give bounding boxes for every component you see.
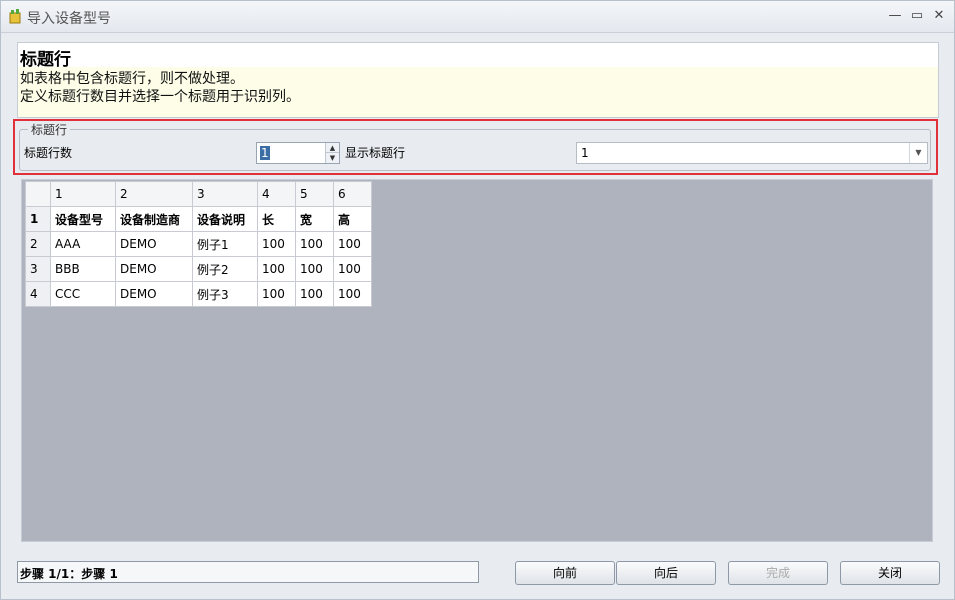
show-header-label: 显示标题行 (345, 146, 406, 160)
table-cell[interactable]: 100 (333, 256, 372, 282)
column-header[interactable]: 5 (295, 181, 334, 207)
column-header[interactable]: 6 (333, 181, 372, 207)
close-button[interactable]: 关闭 (840, 561, 940, 585)
table-cell[interactable]: 100 (295, 231, 334, 257)
finish-button[interactable]: 完成 (728, 561, 828, 585)
table-cell[interactable]: AAA (50, 231, 116, 257)
minimize-icon[interactable]: — (885, 7, 905, 25)
show-header-select[interactable]: 1 ▼ (576, 142, 928, 164)
table-cell[interactable]: DEMO (115, 231, 193, 257)
table-row[interactable]: 4 CCC DEMO 例子3 100 100 100 (25, 281, 372, 307)
row-header[interactable]: 2 (25, 231, 51, 257)
table-cell[interactable]: 100 (333, 231, 372, 257)
table-row[interactable]: 1 设备型号 设备制造商 设备说明 长 宽 高 (25, 206, 372, 232)
title-bar[interactable]: 导入设备型号 — ▭ ✕ (1, 1, 954, 33)
table-cell[interactable]: 设备说明 (192, 206, 258, 232)
table-cell[interactable]: DEMO (115, 256, 193, 282)
table-cell[interactable]: 设备型号 (50, 206, 116, 232)
table-cell[interactable]: 设备制造商 (115, 206, 193, 232)
header-rows-group: 标题行 标题行数 1 ▲ ▼ 显示标题行 1 ▼ (19, 121, 931, 171)
rows-count-label: 标题行数 (24, 146, 73, 160)
table-cell[interactable]: 例子1 (192, 231, 258, 257)
wizard-content: 标题行 如表格中包含标题行，则不做处理。 定义标题行数目并选择一个标题用于识别列… (13, 42, 939, 542)
table-cell[interactable]: 例子2 (192, 256, 258, 282)
table-cell[interactable]: CCC (50, 281, 116, 307)
rows-count-value[interactable]: 1 (260, 146, 270, 160)
table-cell[interactable]: 100 (295, 256, 334, 282)
row-header[interactable]: 4 (25, 281, 51, 307)
table-cell[interactable]: 例子3 (192, 281, 258, 307)
maximize-icon[interactable]: ▭ (907, 7, 927, 25)
row-header[interactable]: 1 (25, 206, 51, 232)
table-cell[interactable]: 100 (257, 256, 296, 282)
page-description-2: 定义标题行数目并选择一个标题用于识别列。 (20, 89, 300, 105)
column-header[interactable]: 2 (115, 181, 193, 207)
import-dialog: 导入设备型号 — ▭ ✕ 标题行 如表格中包含标题行，则不做处理。 定义标题行数… (0, 0, 955, 600)
preview-grid-panel: 1 2 3 4 5 6 1 设备型号 设备制造商 设备说明 长 宽 高 2 AA… (21, 179, 933, 542)
column-header[interactable]: 3 (192, 181, 258, 207)
table-cell[interactable]: 100 (333, 281, 372, 307)
stepper-down-icon[interactable]: ▼ (326, 153, 339, 163)
column-header[interactable]: 4 (257, 181, 296, 207)
table-cell[interactable]: 宽 (295, 206, 334, 232)
column-header-row: 1 2 3 4 5 6 (25, 181, 372, 207)
table-cell[interactable]: DEMO (115, 281, 193, 307)
page-description-1: 如表格中包含标题行，则不做处理。 (20, 71, 244, 87)
chevron-down-icon[interactable]: ▼ (909, 143, 927, 163)
stepper-buttons: ▲ ▼ (325, 143, 339, 163)
group-legend: 标题行 (28, 121, 71, 138)
table-cell[interactable]: 长 (257, 206, 296, 232)
preview-grid[interactable]: 1 2 3 4 5 6 1 设备型号 设备制造商 设备说明 长 宽 高 2 AA… (25, 181, 372, 307)
highlight-box: 标题行 标题行数 1 ▲ ▼ 显示标题行 1 ▼ (13, 119, 938, 175)
table-row[interactable]: 3 BBB DEMO 例子2 100 100 100 (25, 256, 372, 282)
header-panel: 标题行 如表格中包含标题行，则不做处理。 定义标题行数目并选择一个标题用于识别列… (17, 42, 939, 118)
show-header-value: 1 (581, 146, 589, 160)
column-header[interactable]: 1 (50, 181, 116, 207)
back-button[interactable]: 向前 (515, 561, 615, 585)
import-icon (9, 9, 21, 24)
corner-cell[interactable] (25, 181, 51, 207)
table-cell[interactable]: 100 (257, 281, 296, 307)
table-row[interactable]: 2 AAA DEMO 例子1 100 100 100 (25, 231, 372, 257)
next-button[interactable]: 向后 (616, 561, 716, 585)
table-cell[interactable]: 100 (295, 281, 334, 307)
close-icon[interactable]: ✕ (929, 7, 949, 25)
step-status-text: 步骤 1/1：步骤 1 (20, 567, 118, 581)
stepper-up-icon[interactable]: ▲ (326, 143, 339, 153)
row-header[interactable]: 3 (25, 256, 51, 282)
table-cell[interactable]: 高 (333, 206, 372, 232)
table-cell[interactable]: BBB (50, 256, 116, 282)
step-status: 步骤 1/1：步骤 1 (17, 561, 479, 583)
rows-count-stepper[interactable]: 1 ▲ ▼ (256, 142, 340, 164)
table-cell[interactable]: 100 (257, 231, 296, 257)
window-title: 导入设备型号 (27, 11, 111, 27)
page-title: 标题行 (20, 50, 71, 70)
